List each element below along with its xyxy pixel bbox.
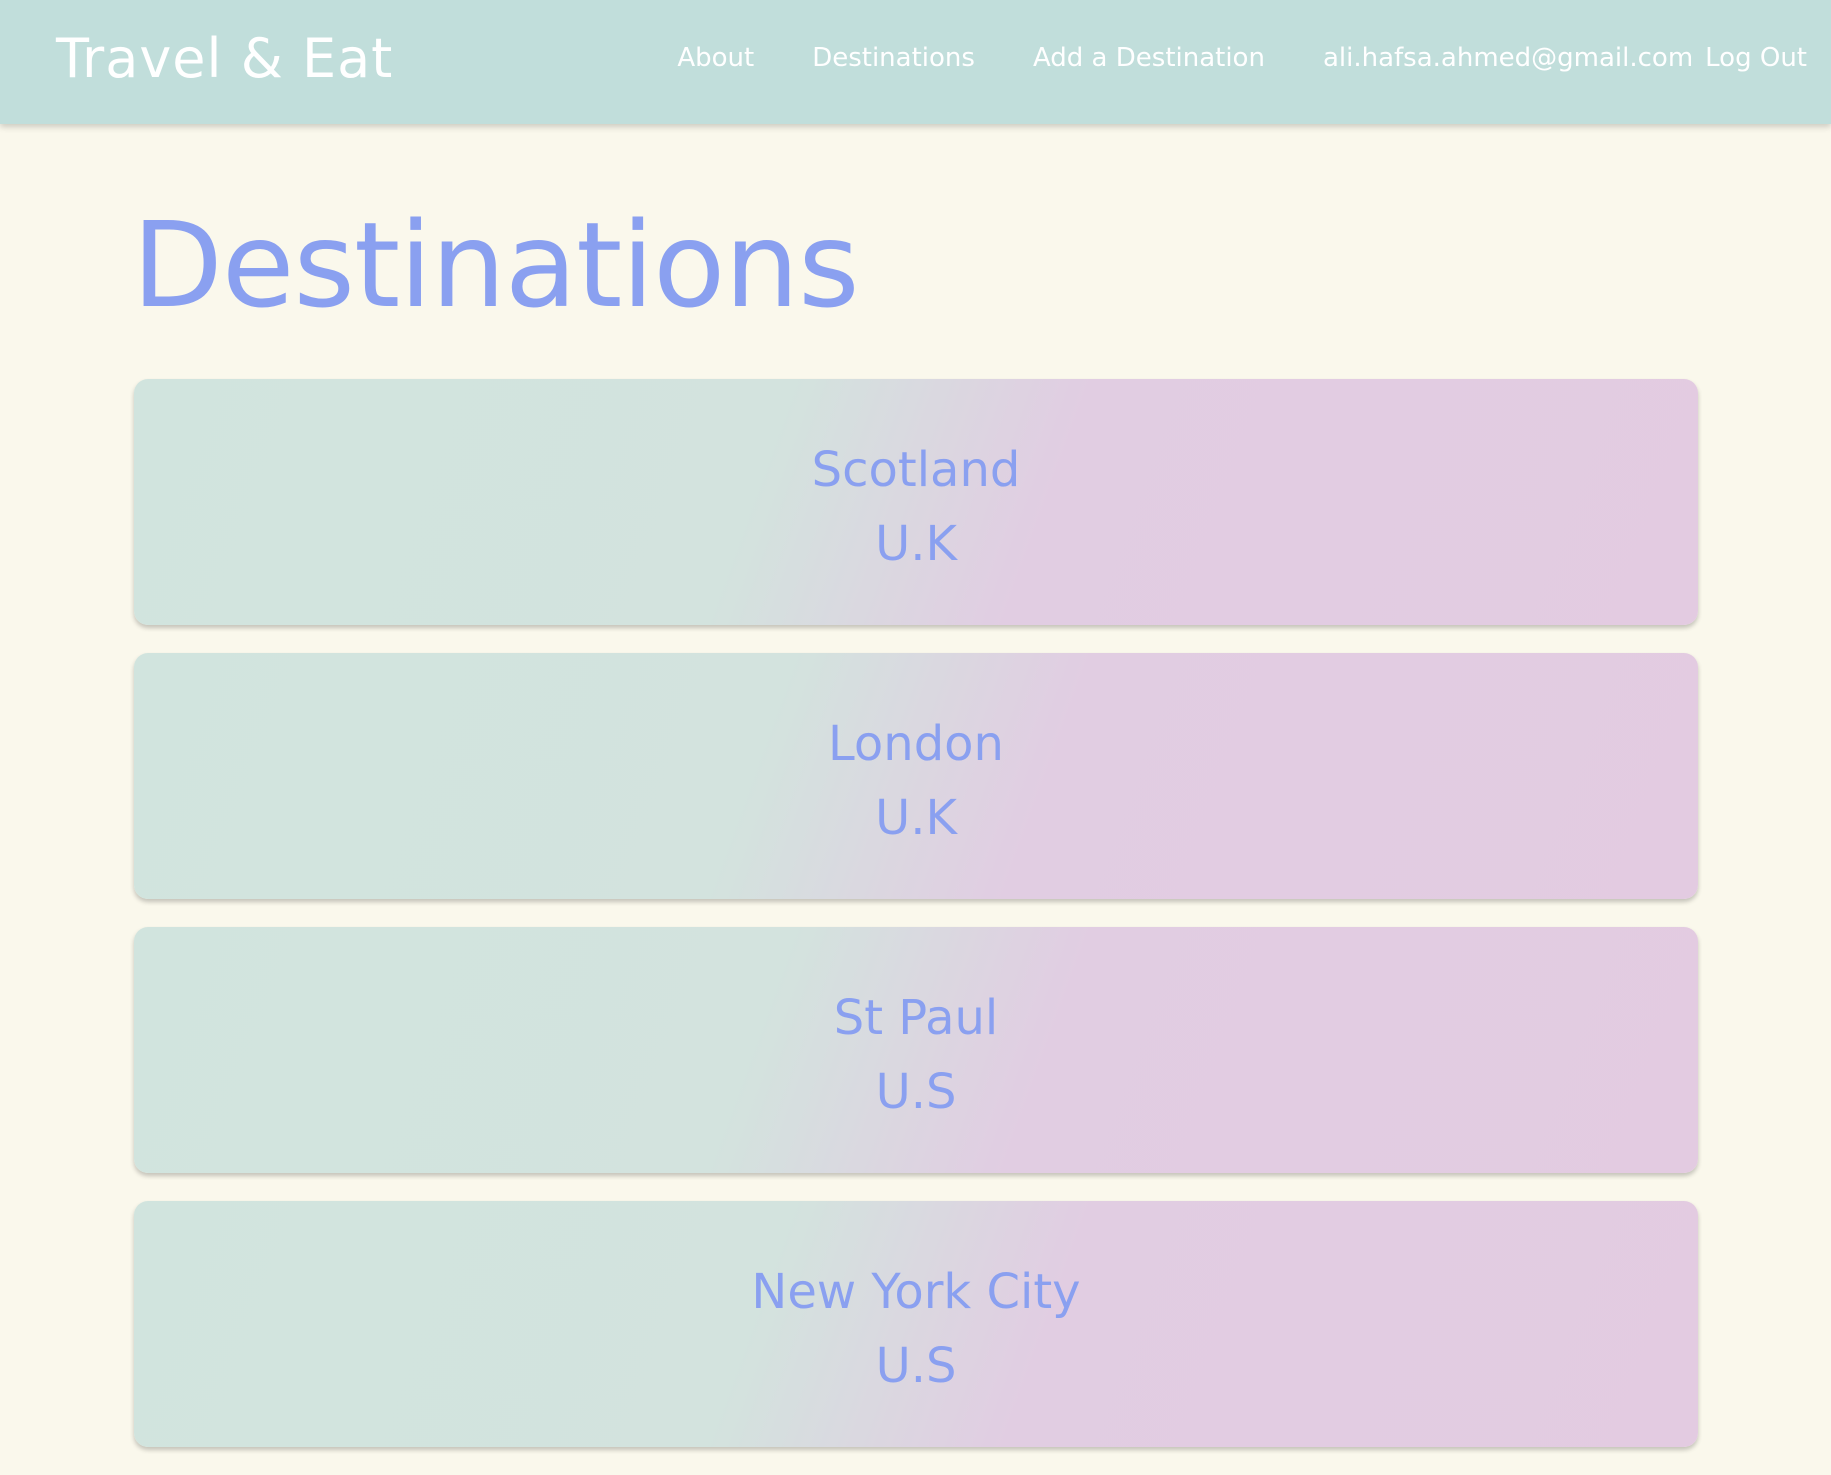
- brand-logo-link[interactable]: Travel & Eat: [56, 26, 393, 92]
- user-email: ali.hafsa.ahmed@gmail.com: [1322, 43, 1694, 73]
- destination-country: U.K: [875, 516, 957, 572]
- nav-add-destination-link[interactable]: Add a Destination: [1033, 40, 1265, 76]
- destination-card-london[interactable]: London U.K: [134, 653, 1698, 899]
- destination-country: U.S: [875, 1064, 957, 1120]
- destination-card-new-york-city[interactable]: New York City U.S: [134, 1201, 1698, 1447]
- nav-links: About Destinations Add a Destination ali…: [677, 40, 1807, 76]
- destination-city: St Paul: [833, 990, 999, 1046]
- page-title: Destinations: [132, 196, 860, 334]
- destination-country: U.S: [875, 1338, 957, 1394]
- destination-city: New York City: [751, 1264, 1081, 1320]
- top-navbar: Travel & Eat About Destinations Add a De…: [0, 0, 1831, 124]
- destination-card-st-paul[interactable]: St Paul U.S: [134, 927, 1698, 1173]
- destination-country: U.K: [875, 790, 957, 846]
- destination-city: London: [828, 716, 1004, 772]
- destination-card-scotland[interactable]: Scotland U.K: [134, 379, 1698, 625]
- nav-about-link[interactable]: About: [677, 40, 754, 76]
- destination-list: Scotland U.K London U.K St Paul U.S New …: [134, 379, 1698, 1475]
- destination-city: Scotland: [811, 442, 1021, 498]
- logout-link[interactable]: Log Out: [1705, 40, 1807, 76]
- nav-destinations-link[interactable]: Destinations: [812, 40, 975, 76]
